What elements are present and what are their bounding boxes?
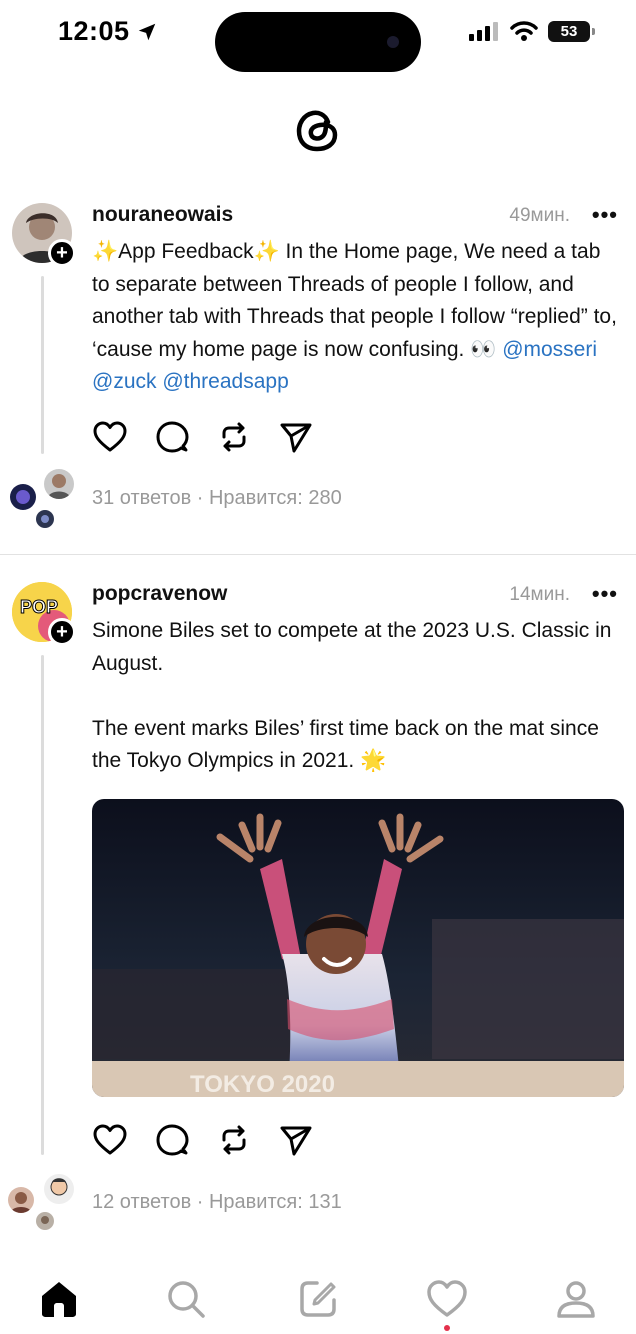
tab-search[interactable] — [163, 1276, 209, 1322]
replier-avatar — [42, 1172, 76, 1206]
home-icon — [42, 1282, 76, 1317]
post-stats[interactable]: 12 ответов · Нравится: 131 — [92, 1191, 342, 1214]
status-time: 12:05 — [58, 16, 158, 47]
post-time: 49мин. — [509, 205, 570, 226]
thread-line — [41, 276, 44, 454]
profile-icon — [557, 1281, 595, 1318]
tab-home[interactable] — [36, 1276, 82, 1322]
post-username[interactable]: nouraneowais — [92, 203, 233, 227]
post-username[interactable]: popcravenow — [92, 582, 227, 606]
search-icon — [168, 1281, 205, 1318]
time-text: 12:05 — [58, 16, 130, 46]
post-stats[interactable]: 31 ответов · Нравится: 280 — [92, 487, 342, 510]
mention-link[interactable]: @zuck — [92, 370, 157, 393]
replier-avatar — [8, 482, 38, 512]
post-text: ✨App Feedback✨ In the Home page, We need… — [92, 236, 622, 399]
mention-link[interactable]: @threadsapp — [162, 370, 288, 393]
status-indicators: 53 — [468, 20, 595, 42]
more-options-icon[interactable]: ••• — [592, 202, 618, 228]
comment-icon[interactable] — [154, 419, 190, 455]
follow-plus-icon[interactable]: + — [48, 239, 76, 267]
compose-icon — [300, 1281, 336, 1317]
comment-icon[interactable] — [154, 1122, 190, 1158]
send-icon[interactable] — [278, 1122, 314, 1158]
activity-heart-icon — [427, 1280, 467, 1317]
location-arrow-icon — [138, 23, 155, 40]
replier-avatar — [34, 1210, 56, 1232]
tab-activity[interactable] — [424, 1276, 470, 1322]
signal-icon — [469, 22, 498, 41]
replier-avatar — [6, 1185, 36, 1215]
follow-plus-icon[interactable]: + — [48, 618, 76, 646]
tab-compose[interactable] — [295, 1276, 341, 1322]
notification-dot — [444, 1325, 450, 1331]
repost-icon[interactable] — [216, 1122, 252, 1158]
replier-avatar — [42, 467, 76, 501]
post-time: 14мин. — [509, 584, 570, 605]
thread-line — [41, 655, 44, 1155]
threads-logo-icon[interactable] — [288, 100, 348, 160]
mention-link[interactable]: @mosseri — [502, 338, 597, 361]
heart-icon[interactable] — [92, 1122, 128, 1158]
dynamic-island — [215, 12, 421, 72]
bottom-tab-bar — [0, 1260, 636, 1334]
repost-icon[interactable] — [216, 419, 252, 455]
post-divider — [0, 554, 636, 555]
post-image[interactable]: TOKYO 2020 — [92, 799, 624, 1097]
status-bar: 12:05 53 — [0, 0, 636, 72]
more-options-icon[interactable]: ••• — [592, 581, 618, 607]
replier-avatar — [34, 508, 56, 530]
post-actions — [92, 1122, 314, 1158]
avatar-logo-text: POP — [20, 597, 58, 617]
tab-profile[interactable] — [553, 1276, 599, 1322]
post-text: Simone Biles set to compete at the 2023 … — [92, 619, 612, 772]
send-icon[interactable] — [278, 419, 314, 455]
post-actions — [92, 419, 314, 455]
battery-level: 53 — [560, 22, 578, 40]
battery-icon: 53 — [548, 20, 595, 42]
image-caption: TOKYO 2020 — [190, 1071, 335, 1097]
heart-icon[interactable] — [92, 419, 128, 455]
wifi-icon — [510, 21, 538, 41]
